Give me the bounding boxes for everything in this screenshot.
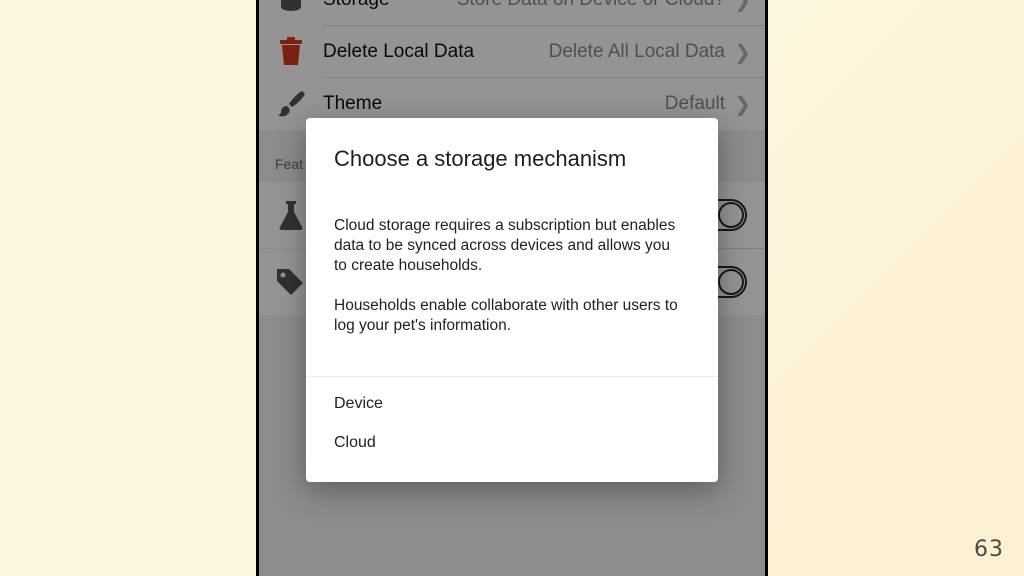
- storage-mechanism-dialog: Choose a storage mechanism Cloud storage…: [306, 118, 718, 482]
- dialog-message: Cloud storage requires a subscription bu…: [334, 216, 684, 356]
- option-cloud[interactable]: Cloud: [334, 434, 376, 452]
- dialog-paragraph: Households enable collaborate with other…: [334, 297, 678, 334]
- dialog-paragraph: Cloud storage requires a subscription bu…: [334, 217, 676, 274]
- dialog-divider: [306, 376, 718, 377]
- slide-number: 63: [974, 537, 1004, 562]
- dialog-title: Choose a storage mechanism: [334, 146, 627, 171]
- option-device[interactable]: Device: [334, 395, 383, 413]
